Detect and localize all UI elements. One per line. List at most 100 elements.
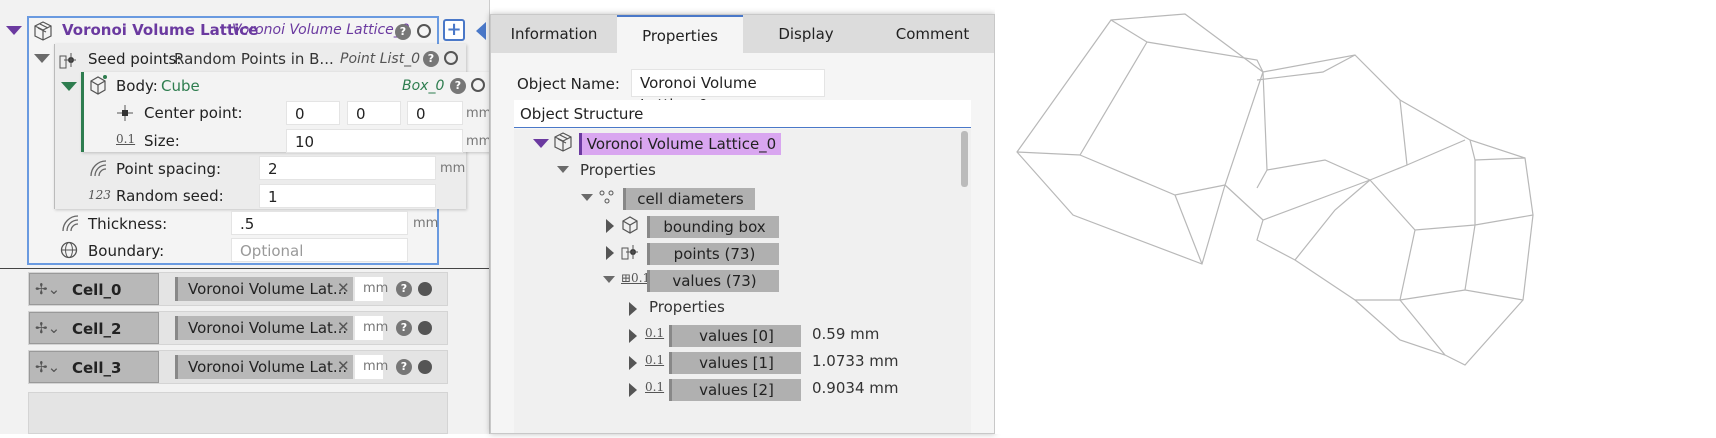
collapse-root-toggle[interactable] [533, 139, 549, 148]
lattice-ref: Voronoi Volume Lattice_0 [232, 22, 410, 38]
properties-sidebar: Voronoi Volume Lattice Voronoi Volume La… [0, 0, 490, 434]
body-value[interactable]: Cube [161, 77, 200, 95]
box-icon [621, 216, 639, 238]
cell-port-icon[interactable] [418, 321, 432, 335]
body-port-icon[interactable] [471, 78, 485, 92]
dots-icon [599, 189, 615, 209]
body-ref: Box_0 [402, 78, 445, 94]
seed-port-icon[interactable] [444, 51, 458, 65]
tab-information[interactable]: Information [491, 15, 617, 53]
thickness-icon [60, 213, 80, 237]
seed-help-icon[interactable]: ? [423, 51, 439, 67]
thickness-label: Thickness: [88, 215, 168, 233]
cell-help-icon[interactable]: ? [396, 359, 412, 375]
cell-help-icon[interactable]: ? [396, 320, 412, 336]
center-unit: mm [466, 106, 490, 121]
spacing-label: Point spacing: [116, 160, 222, 178]
expand-subproperties-toggle[interactable] [629, 302, 637, 316]
expand-value1-toggle[interactable] [629, 356, 637, 370]
voronoi-lattice-wireframe [1016, 13, 1534, 366]
cell-unit: mm [363, 359, 389, 374]
tree-bounding-box[interactable]: bounding box [647, 216, 779, 238]
collapse-values-toggle[interactable] [603, 276, 615, 283]
cell-unit: mm [363, 320, 389, 335]
cell-help-icon[interactable]: ? [396, 281, 412, 297]
lattice-cube-icon [33, 21, 53, 45]
cell-port-icon[interactable] [418, 282, 432, 296]
seed-label: Seed points: [88, 50, 182, 68]
cell-icon: ✢⌄ [35, 280, 61, 298]
point-list-icon [621, 243, 639, 265]
size-unit: mm [466, 134, 490, 149]
collapse-diameters-toggle[interactable] [581, 194, 593, 201]
tree-properties[interactable]: Properties [580, 161, 656, 179]
object-structure-header: Object Structure [514, 100, 971, 128]
expand-points-toggle[interactable] [606, 246, 614, 260]
spacing-input[interactable]: 2 [259, 156, 436, 180]
number-icon: 0.1 [116, 132, 136, 146]
tree-root[interactable]: Voronoi Volume Lattice_0 [579, 133, 781, 155]
remove-icon[interactable]: ✕ [337, 318, 350, 336]
expand-bbox-toggle[interactable] [606, 219, 614, 233]
number-list-icon: ⊞0.1 [621, 271, 651, 285]
cell-row[interactable]: Cell_0 ✢⌄ Voronoi Volume Lat... ✕ mm ? [28, 272, 448, 306]
center-y-input[interactable]: 0 [347, 101, 401, 125]
cell-unit: mm [363, 281, 389, 296]
add-button[interactable]: + [443, 19, 465, 41]
center-x-input[interactable]: 0 [286, 101, 340, 125]
cell-port-icon[interactable] [418, 360, 432, 374]
thickness-unit: mm [413, 216, 439, 231]
tree-value-1[interactable]: values [1] [669, 352, 801, 374]
tab-properties[interactable]: Properties [617, 15, 743, 53]
integer-icon: 123 [88, 188, 111, 202]
value-1-text: 1.0733 mm [812, 352, 899, 370]
cell-row[interactable]: Cell_3 ✢⌄ Voronoi Volume Lat... ✕ mm ? [28, 350, 448, 384]
point-icon [116, 104, 134, 126]
tree-points[interactable]: points (73) [647, 243, 779, 265]
cell-icon: ✢⌄ [35, 319, 61, 337]
value-2-text: 0.9034 mm [812, 379, 899, 397]
random-seed-input[interactable]: 1 [259, 184, 436, 208]
collapse-properties-toggle[interactable] [557, 166, 569, 173]
tree-values[interactable]: values (73) [647, 270, 779, 292]
remove-icon[interactable]: ✕ [337, 357, 350, 375]
cell-ref[interactable]: Voronoi Volume Lat... [175, 277, 353, 301]
tree-scrollbar[interactable] [961, 131, 968, 187]
tab-display[interactable]: Display [743, 15, 869, 53]
cell-ref[interactable]: Voronoi Volume Lat... [175, 316, 353, 340]
cell-icon: ✢⌄ [35, 358, 61, 376]
divider [0, 268, 489, 269]
spacing-unit: mm [440, 161, 466, 176]
output-port-icon[interactable] [417, 24, 431, 38]
remove-icon[interactable]: ✕ [337, 279, 350, 297]
collapse-seed-toggle[interactable] [34, 54, 50, 63]
number-icon: 0.1 [645, 326, 665, 340]
thickness-input[interactable]: .5 [231, 211, 408, 235]
center-z-input[interactable]: 0 [407, 101, 463, 125]
object-name-label: Object Name: [517, 75, 620, 93]
cell-row[interactable]: Cell_2 ✢⌄ Voronoi Volume Lat... ✕ mm ? [28, 311, 448, 345]
collapse-body-toggle[interactable] [61, 82, 77, 91]
3d-viewport[interactable] [995, 0, 1716, 434]
expand-arrow-icon[interactable] [476, 22, 486, 40]
tree-value-2[interactable]: values [2] [669, 379, 801, 401]
tree-sub-properties[interactable]: Properties [649, 298, 725, 316]
object-name-input[interactable]: Voronoi Volume Lattice_0 [631, 69, 825, 114]
tab-comment[interactable]: Comment [869, 15, 994, 53]
object-info-panel: Information Properties Display Comment O… [490, 14, 995, 434]
size-input[interactable]: 10 [286, 129, 463, 153]
number-icon: 0.1 [645, 353, 665, 367]
body-help-icon[interactable]: ? [450, 78, 466, 94]
collapse-lattice-toggle[interactable] [6, 26, 22, 35]
expand-value0-toggle[interactable] [629, 329, 637, 343]
seed-value[interactable]: Random Points in B... [174, 50, 334, 68]
point-list-icon [58, 50, 78, 74]
lattice-cube-icon [553, 132, 573, 156]
tree-value-0[interactable]: values [0] [669, 325, 801, 347]
tree-cell-diameters[interactable]: cell diameters [623, 188, 755, 210]
cell-ref[interactable]: Voronoi Volume Lat... [175, 355, 353, 379]
help-icon[interactable]: ? [395, 24, 411, 40]
boundary-input[interactable]: Optional [231, 238, 408, 262]
expand-value2-toggle[interactable] [629, 383, 637, 397]
seed-ref: Point List_0 [340, 51, 421, 67]
